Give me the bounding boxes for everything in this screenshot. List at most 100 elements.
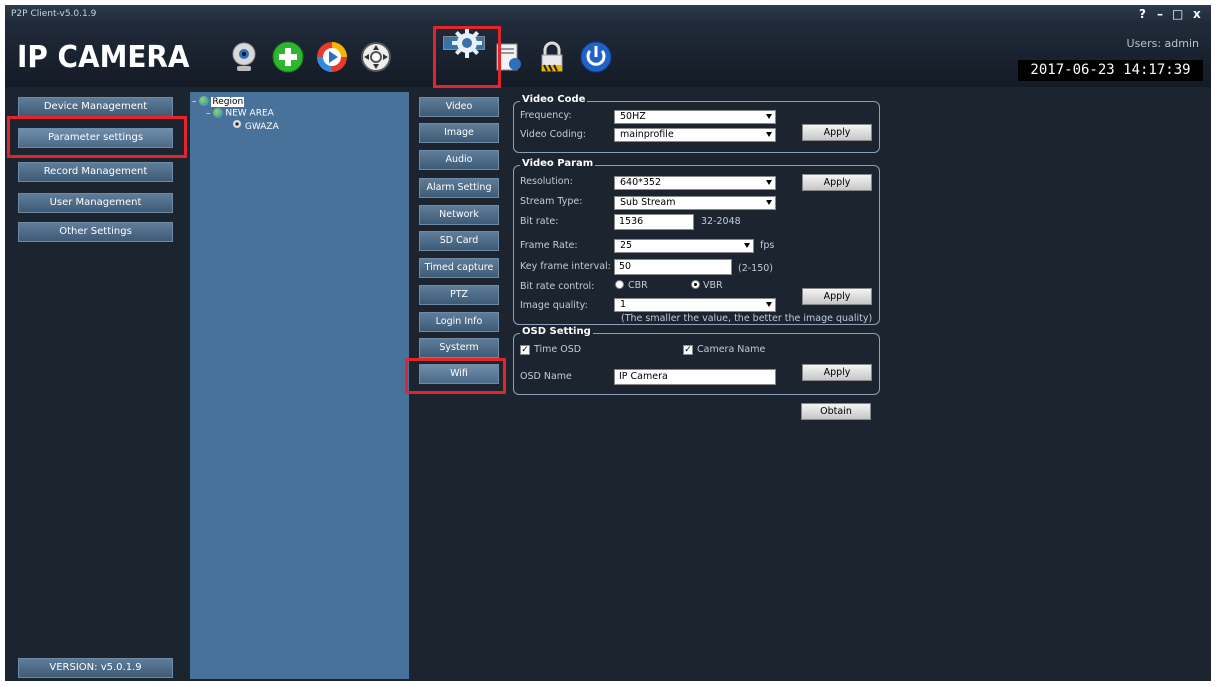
tab-systerm[interactable]: Systerm	[419, 338, 499, 358]
chevron-down-icon	[744, 243, 750, 248]
video-coding-label: Video Coding:	[520, 129, 587, 140]
bitrate-range: 32-2048	[701, 216, 741, 227]
vbr-radio[interactable]	[691, 280, 700, 289]
video-coding-select[interactable]: mainprofile	[614, 128, 776, 142]
tree-label-area: NEW AREA	[225, 108, 274, 119]
webcam-icon[interactable]	[223, 36, 265, 78]
add-device-icon[interactable]	[267, 36, 309, 78]
stream-type-value: Sub Stream	[620, 197, 676, 208]
power-icon[interactable]	[575, 36, 617, 78]
obtain-button[interactable]: Obtain	[801, 403, 871, 420]
sidebar: Device Management Parameter settings Rec…	[9, 92, 183, 679]
close-button[interactable]: x	[1193, 7, 1201, 21]
collapse-icon[interactable]: –	[206, 109, 211, 119]
sidebar-item-other-settings[interactable]: Other Settings	[18, 222, 173, 242]
chevron-down-icon	[766, 114, 772, 119]
ptz-control-icon[interactable]	[355, 36, 397, 78]
osd-apply-button[interactable]: Apply	[802, 364, 872, 381]
highlight-wifi	[405, 358, 506, 394]
image-quality-label: Image quality:	[520, 300, 588, 311]
tab-network[interactable]: Network	[419, 205, 499, 225]
tab-timed-capture[interactable]: Timed capture	[419, 258, 499, 278]
frequency-select[interactable]: 50HZ	[614, 110, 776, 124]
keyframe-input[interactable]: 50	[614, 259, 732, 275]
cbr-radio[interactable]	[615, 280, 624, 289]
video-code-group: Video Code Frequency: 50HZ Video Coding:…	[513, 94, 880, 153]
chevron-down-icon	[766, 180, 772, 185]
video-param-apply-button[interactable]: Apply	[802, 174, 872, 191]
keyframe-range: (2-150)	[738, 263, 774, 274]
datetime-display: 2017-06-23 14:17:39	[1018, 60, 1203, 81]
rate-control-label: Bit rate control:	[520, 281, 595, 292]
chevron-down-icon	[766, 200, 772, 205]
current-user: Users: admin	[1126, 37, 1199, 50]
video-param-title: Video Param	[520, 158, 596, 169]
tab-image[interactable]: Image	[419, 123, 499, 143]
stream-type-label: Stream Type:	[520, 196, 583, 207]
tab-login-info[interactable]: Login Info	[419, 312, 499, 332]
frequency-value: 50HZ	[620, 111, 646, 122]
tree-node-new-area[interactable]: – NEW AREA	[206, 108, 274, 119]
image-quality-apply-button[interactable]: Apply	[802, 288, 872, 305]
help-button[interactable]: ?	[1139, 7, 1146, 21]
image-quality-value: 1	[620, 299, 627, 310]
video-code-apply-button[interactable]: Apply	[802, 124, 872, 141]
video-param-group: Video Param Resolution: 640*352 Apply St…	[513, 158, 880, 325]
image-quality-select[interactable]: 1	[614, 298, 776, 312]
globe-icon	[213, 108, 224, 118]
video-code-title: Video Code	[520, 94, 588, 105]
maximize-button[interactable]: □	[1172, 7, 1183, 21]
minimize-button[interactable]: –	[1157, 7, 1163, 21]
sidebar-item-device-management[interactable]: Device Management	[18, 97, 173, 117]
tab-sd-card[interactable]: SD Card	[419, 231, 499, 251]
playback-icon[interactable]	[311, 36, 353, 78]
osd-group: OSD Setting ✓ Time OSD ✓ Camera Name OSD…	[513, 326, 880, 395]
cbr-label: CBR	[628, 280, 648, 291]
frame-rate-label: Frame Rate:	[520, 240, 578, 251]
chevron-down-icon	[766, 132, 772, 137]
image-quality-note: (The smaller the value, the better the i…	[621, 313, 873, 324]
tab-video[interactable]: Video	[419, 97, 499, 117]
tree-label-device: GWAZA	[244, 122, 279, 132]
osd-title: OSD Setting	[520, 326, 593, 337]
resolution-select[interactable]: 640*352	[614, 176, 776, 190]
camera-name-label: Camera Name	[697, 344, 766, 355]
frame-rate-select[interactable]: 25	[614, 239, 754, 253]
keyframe-label: Key frame interval:	[520, 261, 611, 272]
highlight-settings	[433, 26, 501, 88]
stream-type-select[interactable]: Sub Stream	[614, 196, 776, 210]
tree-node-device[interactable]: GWAZA	[232, 120, 279, 132]
tab-alarm-setting[interactable]: Alarm Setting	[419, 178, 499, 198]
camera-icon	[232, 120, 245, 132]
camera-name-checkbox[interactable]: ✓	[683, 345, 693, 355]
tree-node-region[interactable]: – Region	[192, 96, 245, 107]
globe-icon	[199, 96, 210, 106]
resolution-label: Resolution:	[520, 176, 573, 187]
vbr-label: VBR	[703, 280, 723, 291]
chevron-down-icon	[766, 302, 772, 307]
lock-icon[interactable]	[531, 36, 573, 78]
tab-audio[interactable]: Audio	[419, 150, 499, 170]
frame-rate-value: 25	[620, 240, 633, 251]
osd-name-input[interactable]: IP Camera	[614, 369, 776, 385]
bitrate-label: Bit rate:	[520, 216, 559, 227]
title-bar: P2P Client-v5.0.1.9 ? – □ x	[5, 5, 1211, 27]
sidebar-item-user-management[interactable]: User Management	[18, 193, 173, 213]
frequency-label: Frequency:	[520, 110, 572, 121]
device-tree: – Region – NEW AREA GWAZA	[190, 92, 409, 679]
window-title: P2P Client-v5.0.1.9	[11, 9, 97, 19]
highlight-parameter-settings	[7, 116, 187, 158]
collapse-icon[interactable]: –	[192, 97, 197, 107]
app-window: P2P Client-v5.0.1.9 ? – □ x IP CAMERA Us…	[5, 5, 1211, 681]
resolution-value: 640*352	[620, 177, 662, 188]
tab-ptz[interactable]: PTZ	[419, 285, 499, 305]
time-osd-checkbox[interactable]: ✓	[520, 345, 530, 355]
frame-rate-unit: fps	[760, 240, 775, 251]
bitrate-input[interactable]: 1536	[614, 214, 694, 230]
version-label: VERSION: v5.0.1.9	[18, 658, 173, 678]
header: IP CAMERA Users: admin 2017-06-23 14:17:…	[5, 27, 1211, 87]
osd-name-label: OSD Name	[520, 371, 572, 382]
tree-label-region: Region	[211, 96, 245, 107]
sidebar-item-record-management[interactable]: Record Management	[18, 162, 173, 182]
time-osd-label: Time OSD	[534, 344, 582, 355]
